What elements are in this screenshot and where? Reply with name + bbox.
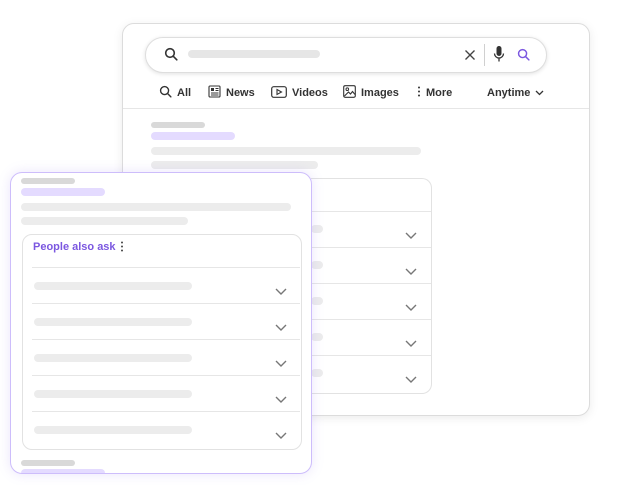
- chevron-down-icon[interactable]: [275, 318, 287, 336]
- question-placeholder: [34, 282, 192, 290]
- tab-more[interactable]: More: [417, 82, 452, 104]
- row-divider: [311, 319, 431, 320]
- search-icon: [159, 85, 172, 101]
- chevron-down-icon[interactable]: [405, 334, 417, 352]
- tab-label: More: [426, 87, 453, 99]
- tab-label: Images: [361, 87, 399, 99]
- tab-news[interactable]: News: [208, 82, 255, 104]
- tab-images[interactable]: Images: [343, 82, 399, 104]
- search-divider: [484, 44, 485, 66]
- video-icon: [271, 85, 287, 101]
- chevron-down-icon[interactable]: [405, 226, 417, 244]
- tab-label: All: [177, 87, 192, 99]
- question-placeholder: [34, 390, 192, 398]
- time-filter-dropdown[interactable]: Anytime: [487, 82, 544, 104]
- question-placeholder: [311, 297, 323, 305]
- question-placeholder: [311, 261, 323, 269]
- result-snippet-placeholder: [21, 217, 188, 225]
- chevron-down-icon: [535, 87, 544, 99]
- result-snippet-placeholder: [21, 203, 291, 211]
- time-filter-label: Anytime: [487, 87, 531, 99]
- chevron-down-icon[interactable]: [275, 354, 287, 372]
- question-placeholder: [311, 369, 323, 377]
- search-input[interactable]: [188, 50, 320, 58]
- question-placeholder: [34, 318, 192, 326]
- question-placeholder: [311, 333, 323, 341]
- tab-label: News: [226, 87, 255, 99]
- chevron-down-icon[interactable]: [405, 370, 417, 388]
- chevron-down-icon[interactable]: [405, 262, 417, 280]
- result-title-placeholder[interactable]: [151, 132, 235, 140]
- question-row[interactable]: [32, 375, 300, 412]
- question-placeholder: [34, 354, 192, 362]
- result-snippet-placeholder: [151, 147, 421, 155]
- search-submit-icon[interactable]: [517, 48, 530, 66]
- question-row[interactable]: [32, 267, 300, 304]
- more-options-icon[interactable]: [120, 241, 124, 255]
- chevron-down-icon[interactable]: [405, 298, 417, 316]
- row-divider: [311, 211, 431, 212]
- tab-label: Videos: [292, 87, 328, 99]
- chevron-down-icon[interactable]: [275, 426, 287, 444]
- result-title-placeholder[interactable]: [21, 469, 105, 473]
- question-row[interactable]: [32, 411, 300, 448]
- more-icon: [417, 86, 421, 100]
- result-snippet-placeholder: [151, 161, 318, 169]
- result-url-placeholder: [21, 460, 75, 466]
- row-divider: [311, 283, 431, 284]
- search-tabs: All News Videos Images More Anytime: [123, 82, 589, 108]
- image-icon: [343, 85, 356, 101]
- tab-videos[interactable]: Videos: [271, 82, 328, 104]
- microphone-icon[interactable]: [493, 45, 505, 68]
- row-divider: [311, 355, 431, 356]
- news-icon: [208, 85, 221, 101]
- chevron-down-icon[interactable]: [275, 282, 287, 300]
- people-also-ask-panel: People also ask: [22, 234, 302, 450]
- tabs-divider: [123, 108, 589, 109]
- people-also-ask-title: People also ask: [33, 241, 116, 253]
- result-title-placeholder[interactable]: [21, 188, 105, 196]
- chevron-down-icon[interactable]: [275, 390, 287, 408]
- search-icon: [164, 47, 178, 66]
- result-url-placeholder: [21, 178, 75, 184]
- question-row[interactable]: [32, 339, 300, 376]
- close-icon[interactable]: [464, 48, 476, 66]
- question-row[interactable]: [32, 303, 300, 340]
- result-url-placeholder: [151, 122, 205, 128]
- question-placeholder: [311, 225, 323, 233]
- row-divider: [311, 247, 431, 248]
- question-placeholder: [34, 426, 192, 434]
- tab-all[interactable]: All: [159, 82, 191, 104]
- search-bar[interactable]: [145, 37, 547, 73]
- people-also-ask-back-panel: [311, 178, 432, 394]
- highlighted-result-card: People also ask: [10, 172, 312, 474]
